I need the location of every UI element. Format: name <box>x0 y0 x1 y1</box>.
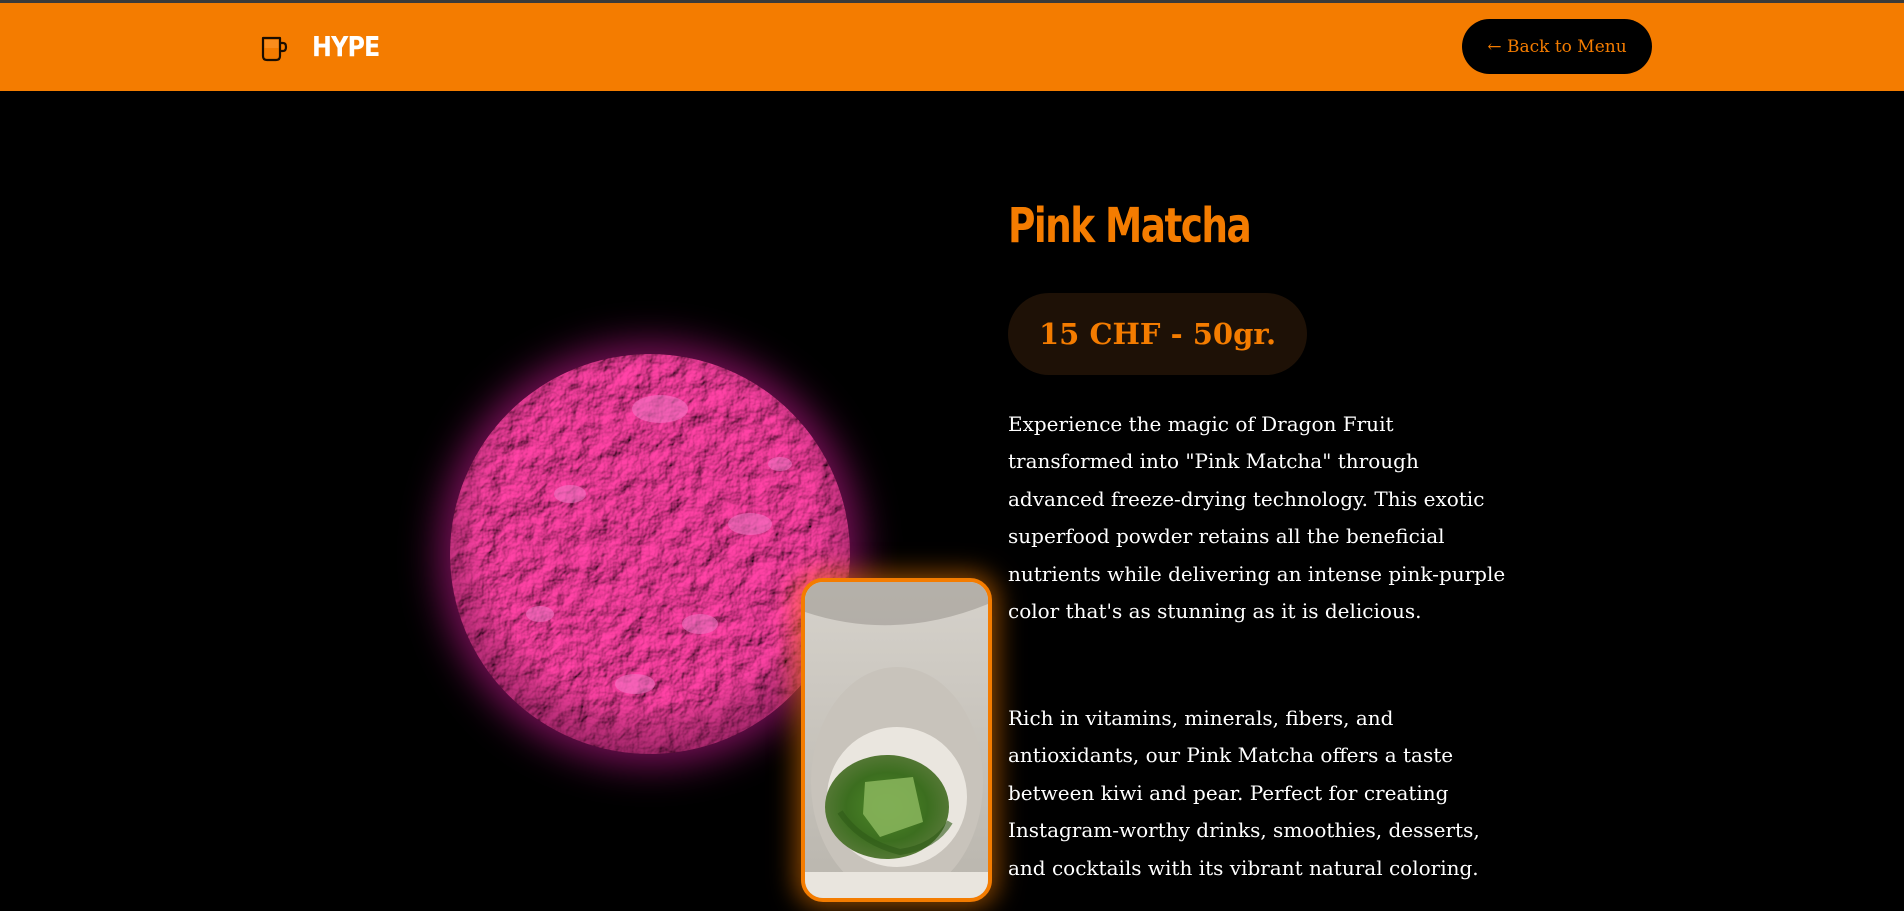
cup-icon <box>261 36 288 61</box>
pink-powder-illustration <box>450 354 850 754</box>
back-to-menu-button[interactable]: ← Back to Menu <box>1462 19 1652 74</box>
description-paragraph-2: Rich in vitamins, minerals, fibers, and … <box>1008 706 1480 880</box>
matcha-cup-illustration <box>805 582 988 898</box>
brand-name: HYPE <box>312 30 380 63</box>
product-title: Pink Matcha <box>1008 198 1252 254</box>
pink-powder-image <box>450 354 850 754</box>
brand-logo[interactable]: HYPE <box>258 30 391 63</box>
price-badge: 15 CHF - 50gr. <box>1008 293 1308 375</box>
navbar: HYPE ← Back to Menu <box>0 3 1904 91</box>
description-paragraph-1: Experience the magic of Dragon Fruit tra… <box>1008 412 1506 624</box>
matcha-cup-photo <box>801 578 992 902</box>
